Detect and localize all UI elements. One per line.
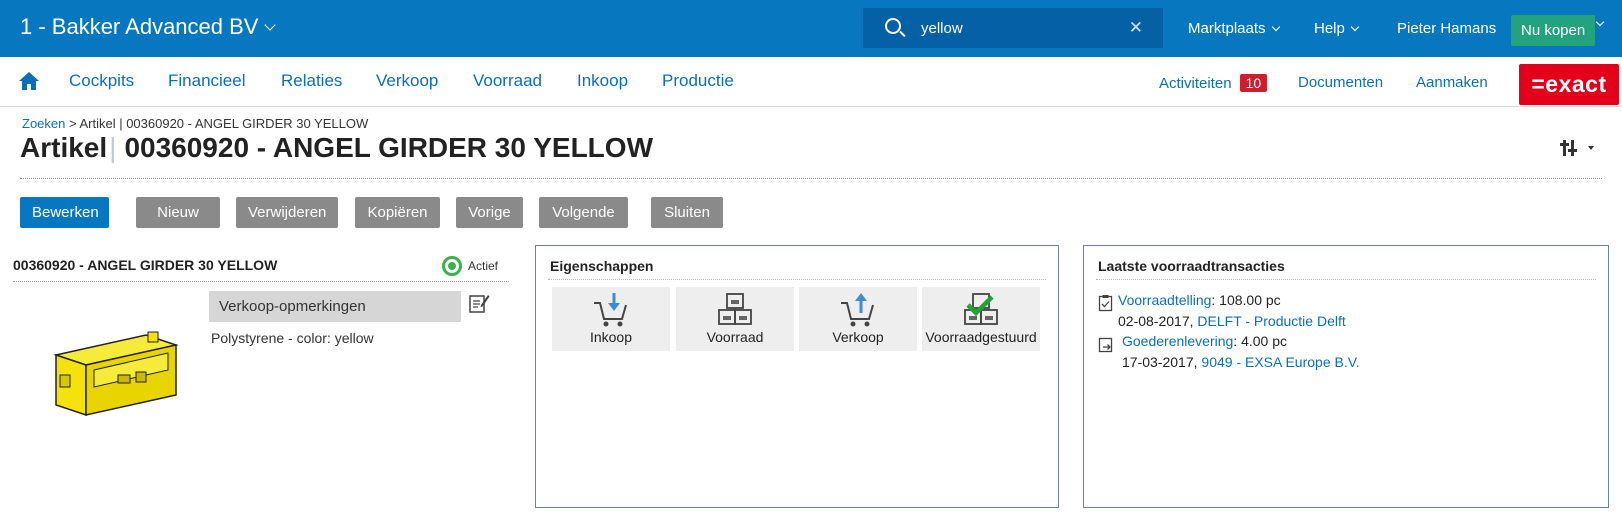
close-button[interactable]: Sluiten [651,197,723,228]
transaction-1-date: 02-08-2017, [1118,313,1198,329]
breadcrumb: Zoeken > Artikel | 00360920 - ANGEL GIRD… [22,116,368,131]
transaction-1-amount: : 108.00 pc [1211,292,1281,308]
main-navigation: Cockpits Financieel Relaties Verkoop Voo… [0,57,1622,107]
chevron-down-icon [264,19,277,31]
exact-logo[interactable]: =exact [1519,64,1619,105]
page-title-separator: | [109,132,117,163]
properties-title: Eigenschappen [550,258,654,274]
tile-purchase-label: Inkoop [589,329,633,345]
transactions-divider [1096,279,1596,280]
tile-stock-controlled-label: Voorraadgestuurd [925,329,1037,345]
previous-button[interactable]: Vorige [456,197,523,228]
close-icon[interactable]: ✕ [1129,19,1143,36]
activities-link[interactable]: Activiteiten 10 [1159,74,1268,92]
search-box: ✕ [863,8,1163,48]
nav-inkoop[interactable]: Inkoop [577,71,628,91]
cart-download-icon [594,293,627,327]
next-button[interactable]: Volgende [539,197,628,228]
new-button[interactable]: Nieuw [136,197,220,228]
transaction-2-type-link[interactable]: Goederenlevering [1122,333,1233,349]
properties-panel: Eigenschappen Inkoop Voorraad Verkoop Vo… [535,245,1059,508]
stock-transactions-panel: Laatste voorraadtransacties Voorraadtell… [1083,245,1609,508]
nav-voorraad[interactable]: Voorraad [473,71,542,91]
cart-upload-icon [841,293,874,327]
buy-now-button[interactable]: Nu kopen [1511,15,1596,46]
tile-sales-label: Verkoop [832,329,884,345]
tile-stock-label: Voorraad [706,329,764,345]
transaction-2-date: 17-03-2017, [1122,354,1202,370]
tile-sales[interactable]: Verkoop [799,287,917,351]
article-divider [13,281,509,282]
activities-count-badge: 10 [1239,74,1268,92]
nav-productie[interactable]: Productie [662,71,734,91]
delete-button[interactable]: Verwijderen [236,197,338,228]
transaction-1: Voorraadtelling: 108.00 pc 02-08-2017, D… [1118,290,1346,332]
user-menu[interactable]: Pieter Hamans [1397,20,1496,37]
breadcrumb-trail: > Artikel | 00360920 - ANGEL GIRDER 30 Y… [65,116,369,131]
company-name: 1 - Bakker Advanced BV [20,14,259,39]
status-label: Actief [468,259,499,273]
company-selector[interactable]: 1 - Bakker Advanced BV [20,14,277,40]
product-image[interactable] [36,320,186,420]
nav-verkoop[interactable]: Verkoop [376,71,438,91]
page-title-type: Artikel [20,132,108,163]
nav-financieel[interactable]: Financieel [168,71,246,91]
transaction-1-party-link[interactable]: DELFT - Productie Delft [1197,313,1345,329]
home-icon[interactable] [18,71,40,91]
article-title: 00360920 - ANGEL GIRDER 30 YELLOW [13,257,278,273]
chevron-down-icon [1271,22,1280,31]
marketplace-menu[interactable]: Marktplaats [1188,20,1280,37]
transaction-2-amount: : 4.00 pc [1233,333,1287,349]
transaction-2-party-link[interactable]: 9049 - EXSA Europe B.V. [1201,354,1359,370]
boxes-check-icon [964,293,998,325]
nav-relaties[interactable]: Relaties [281,71,342,91]
nav-cockpits[interactable]: Cockpits [69,71,134,91]
documents-link[interactable]: Documenten [1298,74,1383,91]
edit-note-icon[interactable] [468,292,490,314]
tile-stock-controlled[interactable]: Voorraadgestuurd [922,287,1040,351]
tile-stock[interactable]: Voorraad [676,287,794,351]
properties-divider [548,279,1046,280]
user-name: Pieter Hamans [1397,20,1497,37]
chevron-down-icon [1350,22,1360,31]
title-divider [20,178,1602,179]
transaction-2: Goederenlevering: 4.00 pc 17-03-2017, 90… [1122,331,1360,373]
help-menu[interactable]: Help [1314,20,1360,37]
chevron-down-icon[interactable] [1595,17,1605,27]
sales-remarks-text: Polystyrene - color: yellow [211,330,374,346]
transaction-1-type-link[interactable]: Voorraadtelling [1118,292,1211,308]
settings-icon[interactable] [1560,138,1600,158]
page-title: Artikel| 00360920 - ANGEL GIRDER 30 YELLO… [20,132,653,164]
breadcrumb-search-link[interactable]: Zoeken [22,116,65,131]
delivery-icon [1098,337,1113,353]
search-icon[interactable] [885,18,901,34]
search-input[interactable] [921,17,1121,39]
marketplace-label: Marktplaats [1188,20,1266,37]
copy-button[interactable]: Kopiëren [355,197,440,228]
help-label: Help [1314,20,1345,37]
top-bar: 1 - Bakker Advanced BV ✕ Marktplaats Hel… [0,0,1622,57]
status-active-icon [442,256,462,276]
create-link[interactable]: Aanmaken [1416,74,1488,91]
sales-remarks-label: Verkoop-opmerkingen [209,291,461,322]
activities-label: Activiteiten [1159,74,1232,92]
transactions-title: Laatste voorraadtransacties [1098,258,1285,274]
boxes-icon [718,293,752,325]
status-badge: Actief [442,256,498,276]
clipboard-check-icon [1098,295,1113,312]
edit-button[interactable]: Bewerken [20,197,109,228]
tile-purchase[interactable]: Inkoop [552,287,670,351]
page-title-name: 00360920 - ANGEL GIRDER 30 YELLOW [124,132,653,163]
